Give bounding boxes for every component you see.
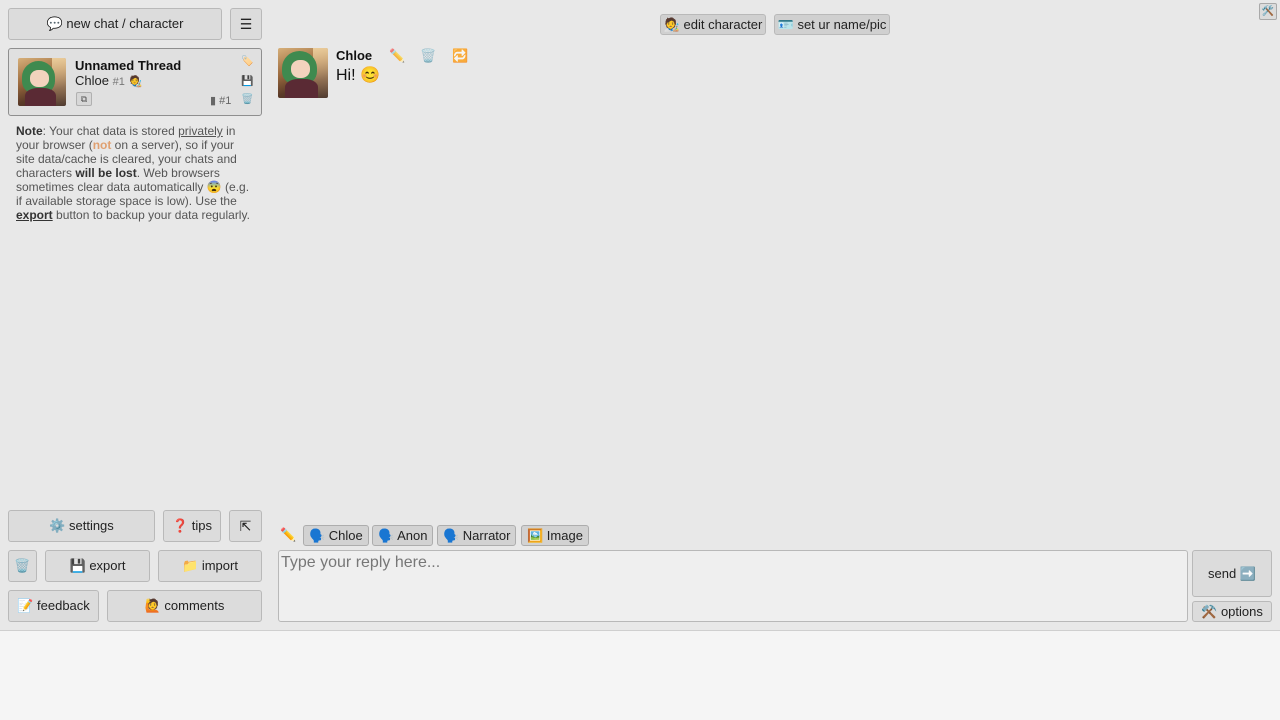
tools-icon[interactable]: 🛠️ [1259, 3, 1277, 20]
message-avatar[interactable] [278, 48, 328, 98]
reply-as-narrator[interactable]: 🗣️ Narrator [437, 525, 517, 546]
export-link[interactable]: export [16, 208, 53, 222]
export-button[interactable]: 💾 export [45, 550, 150, 582]
insert-image[interactable]: 🖼️ Image [521, 525, 589, 546]
send-button[interactable]: send ➡️ [1192, 550, 1272, 597]
comments-button[interactable]: 🙋 comments [107, 590, 262, 622]
character-avatar [18, 58, 66, 106]
duplicate-thread-icon[interactable]: ⧉ [76, 92, 92, 106]
delete-message-icon[interactable]: 🗑️ [420, 48, 436, 64]
settings-button[interactable]: ⚙️ settings [8, 510, 155, 542]
storage-note: Note: Your chat data is stored privately… [16, 124, 256, 222]
thread-id-label: #1 [219, 95, 232, 107]
save-icon[interactable]: 💾 [241, 77, 253, 87]
thread-character: Chloe #1 🧑‍🎨 [75, 73, 142, 88]
feedback-button[interactable]: 📝 feedback [8, 590, 99, 622]
reply-as-chloe[interactable]: 🗣️ Chloe [303, 525, 369, 546]
note-text-5: button to backup your data regularly. [52, 208, 250, 222]
message-text: Hi! 😊 [336, 67, 380, 84]
options-button[interactable]: ⚒️ options [1192, 601, 1272, 622]
app-window: 💬 new chat / character ☰ Unnamed Thread … [0, 0, 1280, 631]
privately-link[interactable]: privately [178, 124, 223, 138]
new-chat-button[interactable]: 💬 new chat / character [8, 8, 222, 40]
delete-data-button[interactable]: 🗑️ [8, 550, 37, 582]
collapse-sidebar-button[interactable]: ⇱ [229, 510, 262, 542]
edit-message-icon[interactable]: ✏️ [389, 48, 405, 64]
thread-character-num: #1 [112, 76, 125, 88]
delete-thread-icon[interactable]: 🗑️ [241, 95, 253, 105]
regenerate-message-icon[interactable]: 🔁 [452, 48, 468, 64]
edit-character-button[interactable]: 🧑‍🎨 edit character [660, 14, 766, 35]
bookmark-icon[interactable]: 🏷️ [241, 57, 253, 67]
not-emphasis: not [92, 138, 112, 152]
id-icon: ▮ [210, 95, 217, 107]
menu-button[interactable]: ☰ [230, 8, 262, 40]
edit-reply-as-icon[interactable]: ✏️ [280, 527, 296, 543]
reply-as-anon[interactable]: 🗣️ Anon [372, 525, 434, 546]
character-icon: 🧑‍🎨 [128, 76, 143, 88]
note-text-1: : Your chat data is stored [42, 124, 179, 138]
thread-card[interactable]: Unnamed Thread Chloe #1 🧑‍🎨 🏷️ 💾 🗑️ ⧉ ▮ … [8, 48, 262, 116]
thread-character-name: Chloe [75, 73, 109, 88]
note-label: Note [16, 124, 43, 138]
set-user-name-button[interactable]: 🪪 set ur name/pic [774, 14, 890, 35]
will-be-lost-emphasis: will be lost [75, 166, 137, 180]
message-author: Chloe [336, 48, 373, 63]
thread-title: Unnamed Thread [75, 58, 182, 73]
tips-button[interactable]: ❓ tips [163, 510, 221, 542]
thread-id: ▮ #1 [210, 94, 231, 107]
reply-input[interactable] [278, 550, 1188, 622]
import-button[interactable]: 📁 import [158, 550, 262, 582]
